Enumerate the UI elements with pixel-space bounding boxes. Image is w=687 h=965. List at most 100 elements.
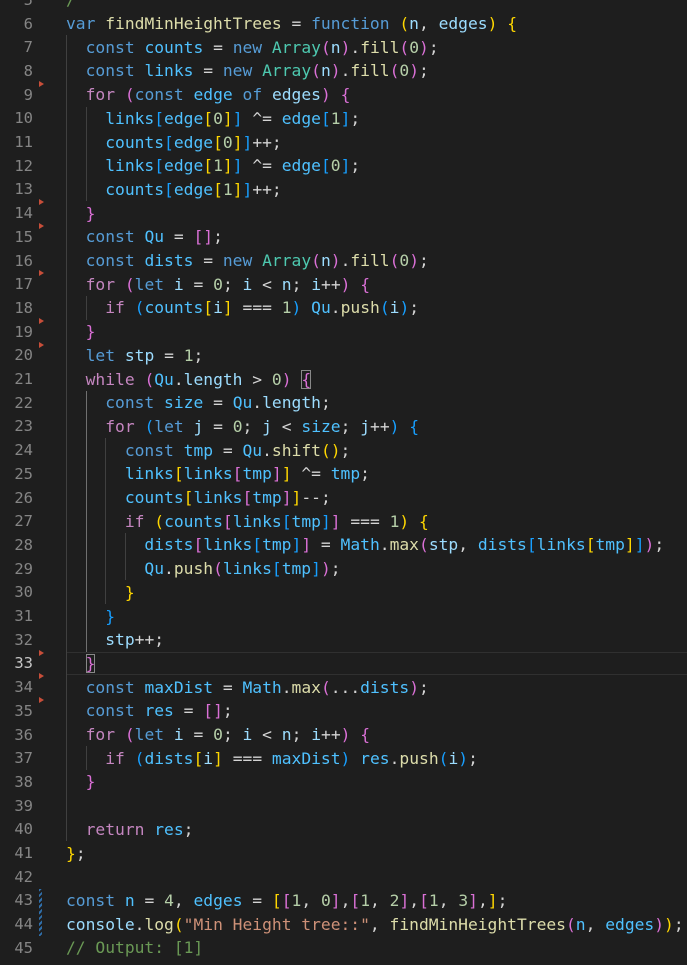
code-text[interactable]: } (66, 581, 135, 605)
code-text[interactable]: const res = []; (66, 699, 233, 723)
code-text[interactable]: for (let j = 0; j < size; j ++) { (66, 415, 419, 439)
code-line[interactable]: 11 counts[edge[0]] ++; (0, 130, 687, 154)
code-line[interactable]: 23 for (let j = 0; j < size; j ++) { (0, 415, 687, 439)
code-line[interactable]: 8 const links = new Array(n). fill(0); (0, 59, 687, 83)
code-line[interactable]: 16 const dists = new Array(n). fill(0); (0, 249, 687, 273)
modified-line-gutter-icon[interactable] (39, 888, 42, 913)
code-text[interactable]: } (66, 770, 96, 794)
code-text[interactable]: console. log("Min Height tree::", findMin… (66, 912, 684, 936)
line-number: 23 (14, 417, 33, 436)
code-line[interactable]: 9 for (const edge of edges) { (0, 80, 687, 107)
line-number: 42 (14, 867, 33, 886)
code-line[interactable]: 43 const n = 4, edges = [[1, 0],[1, 2],[1… (0, 888, 687, 913)
code-text[interactable]: // Output: [1] (66, 936, 203, 960)
code-text[interactable]: } (66, 652, 96, 676)
code-text[interactable]: / (66, 0, 76, 12)
code-text[interactable]: } (66, 201, 96, 225)
code-text[interactable]: const counts = new Array(n). fill(0); (66, 35, 439, 59)
code-line[interactable]: 27 if (counts[links[tmp]] === 1) { (0, 509, 687, 533)
code-line[interactable]: 28 dists[links[tmp]] = Math. max(stp, dis… (0, 533, 687, 557)
change-marker-icon[interactable] (39, 697, 44, 703)
code-line[interactable]: 17 for (let i = 0; i < n; i ++) { (0, 270, 687, 296)
code-line[interactable]: 39 (0, 794, 687, 818)
code-line[interactable]: 37 if (dists[i] === maxDist) res. push(i)… (0, 746, 687, 770)
line-number: 38 (14, 772, 33, 791)
code-line[interactable]: 10 links[edge[0]] ^= edge[1]; (0, 107, 687, 131)
code-text[interactable]: const n = 4, edges = [[1, 0],[1, 2],[1, … (66, 889, 507, 913)
code-line[interactable]: 7 const counts = new Array(n). fill(0); (0, 35, 687, 59)
code-text[interactable]: for (let i = 0; i < n; i ++) { (66, 723, 370, 747)
code-text[interactable]: counts[edge[1]] ++; (66, 178, 282, 202)
code-text[interactable]: dists[links[tmp]] = Math. max(stp, dists[… (66, 533, 664, 557)
code-line[interactable]: 36 for (let i = 0; i < n; i ++) { (0, 723, 687, 747)
code-line[interactable]: 35 const res = []; (0, 697, 687, 723)
code-text[interactable]: } (66, 604, 115, 628)
code-text[interactable]: stp ++; (66, 628, 164, 652)
code-line[interactable]: 6 var findMinHeightTrees = function (n, e… (0, 12, 687, 36)
code-text[interactable]: for (const edge of edges) { (66, 83, 351, 107)
code-line[interactable]: 31 } (0, 604, 687, 628)
code-text[interactable]: var findMinHeightTrees = function (n, ed… (66, 12, 517, 36)
code-line[interactable]: 33 } (0, 649, 687, 676)
code-line[interactable]: 45 // Output: [1] (0, 936, 687, 960)
code-text[interactable]: }; (66, 841, 86, 865)
change-marker-icon[interactable] (39, 199, 44, 206)
code-line[interactable]: 5 / (0, 0, 687, 12)
change-marker-icon[interactable] (39, 223, 44, 229)
code-text[interactable]: const tmp = Qu. shift(); (66, 438, 351, 462)
code-line[interactable]: 40 return res; (0, 818, 687, 842)
change-marker-icon[interactable] (39, 341, 44, 348)
code-line[interactable]: 14 } (0, 199, 687, 225)
code-line[interactable]: 19 } (0, 317, 687, 344)
code-text[interactable]: } (66, 320, 96, 344)
code-editor[interactable]: 5 / 6 var findMinHeightTrees = function (… (0, 0, 687, 965)
change-marker-icon[interactable] (39, 270, 44, 277)
code-line[interactable]: 32 stp ++; (0, 628, 687, 652)
code-line[interactable]: 44 console. log("Min Height tree::", findM… (0, 912, 687, 936)
code-line[interactable]: 38 } (0, 770, 687, 794)
change-marker-icon[interactable] (39, 673, 44, 680)
code-line[interactable]: 34 const maxDist = Math. max(... dists); (0, 673, 687, 699)
code-text[interactable]: let stp = 1; (66, 344, 204, 368)
code-text[interactable]: links[links[tmp]] ^= tmp; (66, 462, 370, 486)
line-number: 20 (14, 346, 33, 365)
code-text[interactable]: links[edge[0]] ^= edge[1]; (66, 107, 360, 131)
change-marker-icon[interactable] (39, 317, 44, 324)
code-text[interactable]: if (counts[i] === 1) Qu. push(i); (66, 296, 419, 320)
code-line[interactable]: 21 while (Qu. length > 0) { (0, 367, 687, 391)
line-number: 6 (23, 14, 33, 33)
code-text[interactable]: const dists = new Array(n). fill(0); (66, 249, 429, 273)
line-number: 18 (14, 298, 33, 317)
code-line[interactable]: 24 const tmp = Qu. shift(); (0, 438, 687, 462)
code-line[interactable]: 20 let stp = 1; (0, 341, 687, 368)
code-line[interactable]: 12 links[edge[1]] ^= edge[0]; (0, 154, 687, 178)
change-marker-icon[interactable] (39, 80, 44, 87)
code-text[interactable]: return res; (66, 818, 194, 842)
code-text[interactable]: for (let i = 0; i < n; i ++) { (66, 272, 370, 296)
modified-line-gutter-icon[interactable] (39, 912, 42, 936)
code-text[interactable]: while (Qu. length > 0) { (66, 367, 312, 391)
code-text[interactable]: if (counts[links[tmp]] === 1) { (66, 509, 429, 533)
code-text[interactable]: counts[edge[0]] ++; (66, 130, 282, 154)
code-line[interactable]: 18 if (counts[i] === 1) Qu. push(i); (0, 296, 687, 320)
code-line[interactable]: 25 links[links[tmp]] ^= tmp; (0, 462, 687, 486)
code-text[interactable]: const size = Qu. length; (66, 391, 331, 415)
code-text[interactable]: const Qu = []; (66, 225, 223, 249)
code-line[interactable]: 42 (0, 865, 687, 889)
code-text[interactable]: Qu. push(links[tmp]); (66, 557, 340, 581)
code-text[interactable]: links[edge[1]] ^= edge[0]; (66, 154, 360, 178)
line-number: 8 (23, 61, 33, 80)
code-text[interactable]: if (dists[i] === maxDist) res. push(i); (66, 746, 478, 770)
code-line[interactable]: 22 const size = Qu. length; (0, 391, 687, 415)
change-marker-icon[interactable] (39, 649, 44, 656)
code-line[interactable]: 29 Qu. push(links[tmp]); (0, 557, 687, 581)
code-line[interactable]: 26 counts[links[tmp]] --; (0, 486, 687, 510)
code-text[interactable]: const maxDist = Math. max(... dists); (66, 675, 429, 699)
line-number: 43 (14, 891, 33, 910)
code-line[interactable]: 15 const Qu = []; (0, 223, 687, 249)
code-text[interactable]: const links = new Array(n). fill(0); (66, 59, 429, 83)
code-line[interactable]: 41}; (0, 841, 687, 865)
line-number: 31 (14, 607, 33, 626)
code-line[interactable]: 13 counts[edge[1]] ++; (0, 178, 687, 202)
code-line[interactable]: 30 } (0, 581, 687, 605)
